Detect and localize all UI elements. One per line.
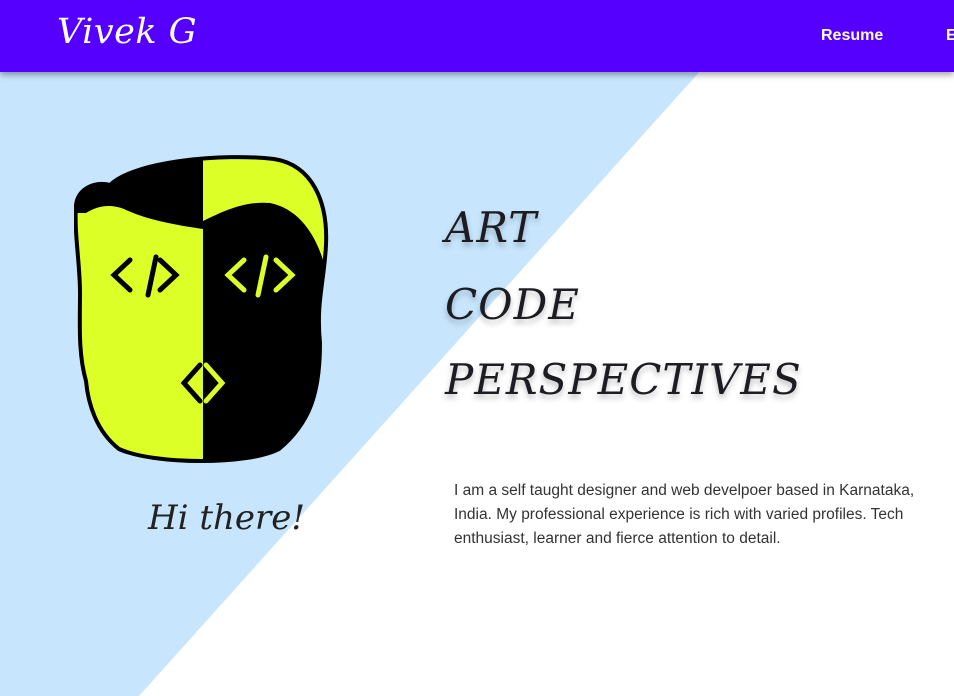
nav-link-next[interactable]: E (946, 27, 954, 45)
code-face-icon (74, 155, 329, 463)
greeting-text: Hi there! (148, 498, 306, 538)
brand-logo-link[interactable]: Vivek G (57, 12, 197, 52)
tagline-perspectives: PERSPECTIVES (445, 355, 802, 404)
tagline-code: CODE (445, 280, 580, 329)
tagline-art: ART (445, 203, 538, 252)
about-paragraph: I am a self taught designer and web deve… (454, 482, 915, 547)
top-navbar: Vivek G Resume E (0, 0, 954, 72)
nav-link-resume[interactable]: Resume (821, 27, 883, 45)
